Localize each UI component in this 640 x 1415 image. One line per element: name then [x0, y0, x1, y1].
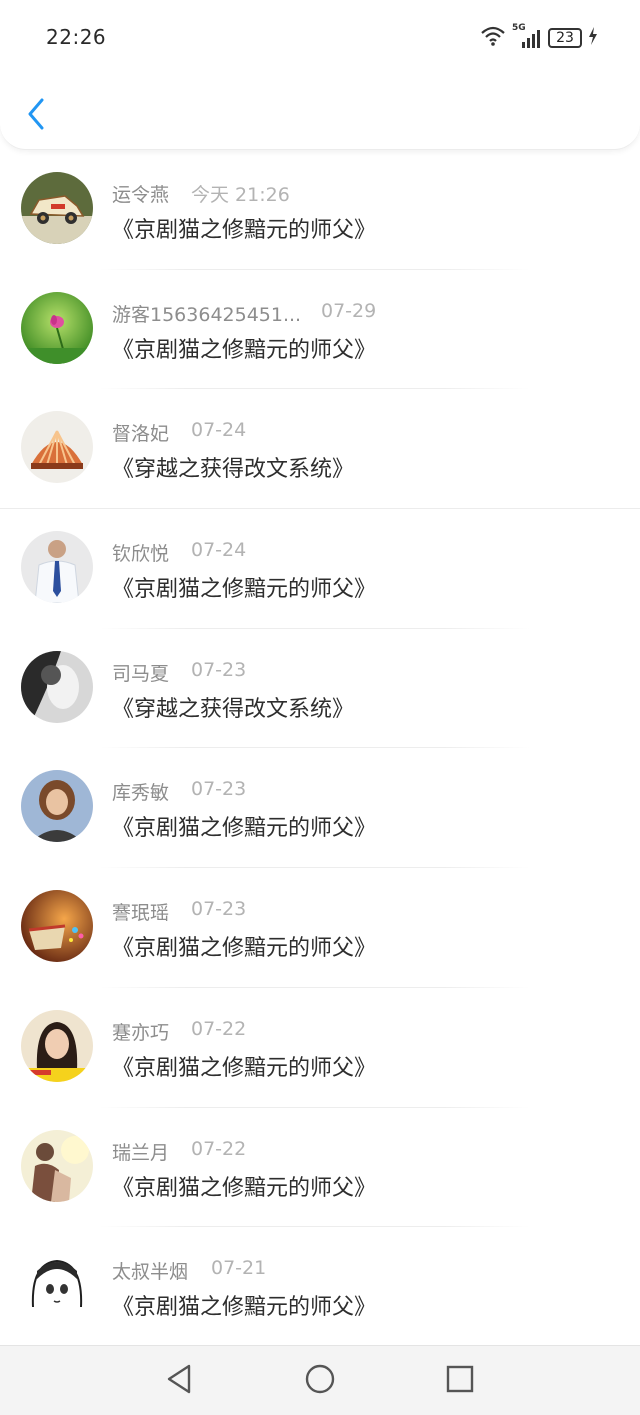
visit-date: 今天 21:26: [191, 184, 290, 206]
list-item[interactable]: 司马夏 07-23 《穿越之获得改文系统》: [0, 629, 640, 749]
list-item[interactable]: 督洛妃 07-24 《穿越之获得改文系统》: [0, 389, 640, 510]
list-item[interactable]: 运令燕 今天 21:26 《京剧猫之修黯元的师父》: [0, 150, 640, 270]
chevron-left-icon: [26, 97, 46, 135]
avatar-bw-couple: [21, 650, 93, 723]
avatar-flower: [21, 291, 93, 364]
avatar-cup: [21, 890, 93, 963]
visit-date: 07-21: [211, 1257, 267, 1280]
book-title: 《京剧猫之修黯元的师父》: [112, 1175, 377, 1201]
history-list: 运令燕 今天 21:26 《京剧猫之修黯元的师父》 游客15636425451.…: [0, 150, 640, 1347]
signal-icon: 5G: [512, 23, 542, 50]
list-item[interactable]: 钦欣悦 07-24 《京剧猫之修黯元的师父》: [0, 509, 640, 629]
avatar-woman: [21, 770, 93, 843]
list-item[interactable]: 蹇亦巧 07-22 《京剧猫之修黯元的师父》: [0, 988, 640, 1108]
visit-date: 07-24: [191, 419, 247, 442]
list-item[interactable]: 謇珉瑶 07-23 《京剧猫之修黯元的师父》: [0, 868, 640, 988]
battery-icon: 23: [548, 28, 582, 48]
book-title: 《京剧猫之修黯元的师父》: [112, 218, 377, 243]
avatar-couple: [21, 1129, 93, 1202]
book-title: 《京剧猫之修黯元的师父》: [112, 1055, 377, 1081]
recents-square-icon: [445, 1364, 475, 1398]
book-title: 《京剧猫之修黯元的师父》: [112, 337, 377, 363]
list-item[interactable]: 库秀敏 07-23 《京剧猫之修黯元的师父》: [0, 748, 640, 869]
nav-home-button[interactable]: [300, 1361, 340, 1401]
avatar-toy-car: [21, 172, 93, 244]
book-title: 《穿越之获得改文系统》: [112, 696, 355, 722]
user-name: 库秀敏: [112, 782, 170, 805]
screen: 22:26 5G 23 运令燕 今天 21:26 《京剧猫之修黯元的师父》 游客…: [0, 0, 640, 1415]
avatar-shell: [21, 411, 93, 484]
header: 22:26 5G 23: [0, 0, 640, 150]
avatar-man-tie: [21, 531, 93, 604]
visit-date: 07-24: [191, 539, 247, 562]
user-name: 蹇亦巧: [112, 1021, 170, 1044]
user-name: 謇珉瑶: [112, 902, 170, 925]
book-title: 《京剧猫之修黯元的师父》: [112, 816, 377, 842]
visit-date: 07-29: [321, 299, 377, 322]
battery-level: 23: [556, 30, 574, 46]
back-triangle-icon: [165, 1363, 195, 1399]
visit-date: 07-22: [191, 1017, 247, 1040]
user-name: 运令燕: [112, 184, 170, 206]
list-item[interactable]: 瑞兰月 07-22 《京剧猫之修黯元的师父》: [0, 1108, 640, 1228]
system-navbar: [0, 1345, 640, 1415]
avatar-girl: [21, 1009, 93, 1082]
user-name: 太叔半烟: [112, 1261, 189, 1284]
book-title: 《京剧猫之修黯元的师父》: [112, 1295, 377, 1321]
book-title: 《京剧猫之修黯元的师父》: [112, 936, 377, 962]
visit-date: 07-23: [191, 778, 247, 801]
status-time: 22:26: [46, 25, 107, 49]
visit-date: 07-23: [191, 898, 247, 921]
home-circle-icon: [304, 1363, 336, 1399]
charging-icon: [588, 27, 598, 49]
user-name: 督洛妃: [112, 423, 170, 446]
status-icons: 5G 23: [480, 23, 598, 52]
avatar-anime-girl: [21, 1249, 93, 1322]
visit-date: 07-23: [191, 658, 247, 681]
nav-back-button[interactable]: [160, 1361, 200, 1401]
nav-recents-button[interactable]: [440, 1361, 480, 1401]
book-title: 《京剧猫之修黯元的师父》: [112, 577, 377, 603]
visit-date: 07-22: [191, 1137, 247, 1160]
user-name: 游客15636425451...: [112, 303, 302, 326]
list-item[interactable]: 游客15636425451... 07-29 《京剧猫之修黯元的师父》: [0, 270, 640, 390]
user-name: 瑞兰月: [112, 1141, 170, 1164]
list-item[interactable]: 太叔半烟 07-21 《京剧猫之修黯元的师父》: [0, 1227, 640, 1347]
wifi-icon: [480, 25, 506, 51]
back-button[interactable]: [20, 96, 52, 136]
user-name: 司马夏: [112, 662, 170, 685]
book-title: 《穿越之获得改文系统》: [112, 457, 355, 483]
user-name: 钦欣悦: [112, 543, 170, 566]
